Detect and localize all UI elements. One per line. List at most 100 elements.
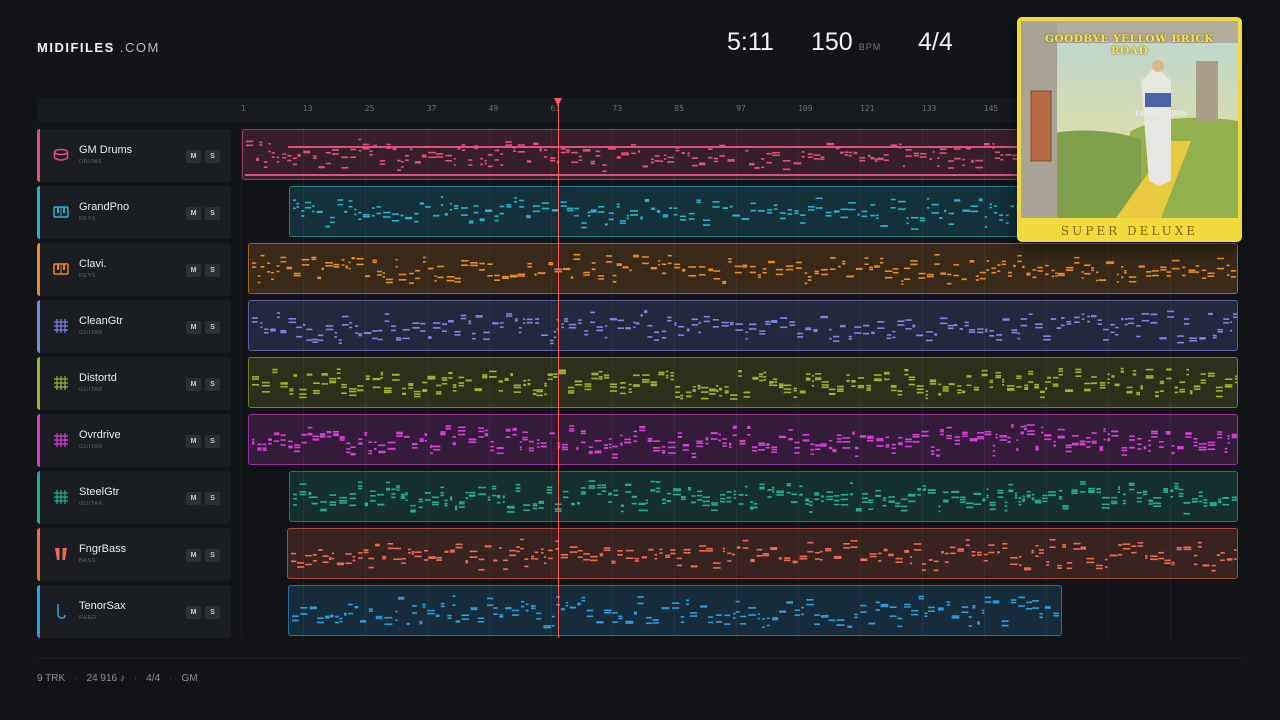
track-header[interactable]: FngrBass BASS M S bbox=[37, 528, 231, 581]
clip-notes bbox=[252, 424, 1237, 459]
piano-icon bbox=[53, 261, 69, 277]
track-name: CleanGtr bbox=[79, 315, 124, 327]
track-color-bar bbox=[37, 186, 40, 239]
time-display: 5:11 bbox=[727, 28, 774, 56]
solo-button[interactable]: S bbox=[205, 606, 220, 619]
mute-button[interactable]: M bbox=[186, 492, 201, 505]
track-color-bar bbox=[37, 300, 40, 353]
ruler-tick: 37 bbox=[426, 104, 437, 113]
grid-line bbox=[241, 126, 242, 638]
track-header[interactable]: Distortd GUITAR M S bbox=[37, 357, 231, 410]
tempo-display: 150 BPM bbox=[811, 28, 881, 57]
solo-button[interactable]: S bbox=[205, 549, 220, 562]
solo-button[interactable]: S bbox=[205, 321, 220, 334]
track-category: KEYS bbox=[79, 216, 97, 222]
mute-button[interactable]: M bbox=[186, 264, 201, 277]
footer-track-count: 9 TRK bbox=[37, 673, 66, 684]
track-name: GrandPno bbox=[79, 201, 130, 213]
solo-button[interactable]: S bbox=[205, 435, 220, 448]
track-name: SteelGtr bbox=[79, 486, 120, 498]
footer-time-signature: 4/4 bbox=[146, 673, 161, 684]
midi-clip[interactable] bbox=[248, 243, 1238, 294]
guitar-icon bbox=[53, 318, 69, 334]
mute-button[interactable]: M bbox=[186, 549, 201, 562]
brand-name: MIDIFILES bbox=[37, 40, 115, 55]
track-header[interactable]: Clavi. KEYS M S bbox=[37, 243, 231, 296]
midi-clip[interactable] bbox=[289, 471, 1238, 522]
track-header[interactable]: CleanGtr GUITAR M S bbox=[37, 300, 231, 353]
mute-button[interactable]: M bbox=[186, 321, 201, 334]
midi-clip[interactable] bbox=[287, 528, 1238, 579]
mute-button[interactable]: M bbox=[186, 435, 201, 448]
album-edition: SUPER DELUXE bbox=[1060, 224, 1199, 238]
playhead[interactable] bbox=[554, 98, 562, 638]
footer-divider bbox=[37, 658, 1242, 659]
track-header[interactable]: TenorSax REED M S bbox=[37, 585, 231, 638]
midi-clip[interactable] bbox=[288, 585, 1062, 636]
footer-standard: GM bbox=[181, 673, 198, 684]
ruler-tick: 1 bbox=[241, 104, 246, 113]
ruler-tick: 97 bbox=[736, 104, 746, 113]
track-color-bar bbox=[37, 585, 40, 638]
track-category: GUITAR bbox=[79, 387, 103, 393]
solo-button[interactable]: S bbox=[205, 492, 220, 505]
track-name: Clavi. bbox=[79, 258, 107, 270]
brand-logo: MIDIFILES .COM bbox=[37, 40, 160, 55]
midi-clip[interactable] bbox=[248, 357, 1238, 408]
footer-stats: 9 TRK · 24 916 ♪ · 4/4 · GM bbox=[37, 673, 198, 684]
track-header[interactable]: GM Drums DRUMS M S bbox=[37, 129, 231, 182]
track-color-bar bbox=[37, 357, 40, 410]
solo-button[interactable]: S bbox=[205, 150, 220, 163]
track-name: GM Drums bbox=[79, 144, 133, 156]
ruler-tick: 133 bbox=[921, 104, 937, 113]
track-header[interactable]: Ovrdrive GUITAR M S bbox=[37, 414, 231, 467]
bpm-value: 150 bbox=[811, 28, 853, 56]
ruler-tick: 25 bbox=[364, 104, 375, 113]
piano-icon bbox=[53, 204, 69, 220]
midi-clip[interactable] bbox=[248, 300, 1238, 351]
track-color-bar bbox=[37, 528, 40, 581]
ruler-tick: 109 bbox=[798, 104, 813, 113]
clip-notes bbox=[252, 253, 1237, 285]
track-category: GUITAR bbox=[79, 501, 103, 507]
track-color-bar bbox=[37, 471, 40, 524]
sax-icon bbox=[53, 603, 69, 619]
playhead-handle[interactable] bbox=[554, 98, 562, 106]
time-signature-display: 4/4 bbox=[918, 28, 953, 56]
bass-icon bbox=[53, 546, 69, 562]
ruler-tick: 145 bbox=[983, 104, 999, 113]
album-artist: ELTON JOHN bbox=[1135, 109, 1188, 118]
track-color-bar bbox=[37, 243, 40, 296]
footer-separator: · bbox=[133, 673, 138, 684]
midi-clip[interactable] bbox=[248, 414, 1238, 465]
solo-button[interactable]: S bbox=[205, 378, 220, 391]
solo-button[interactable]: S bbox=[205, 264, 220, 277]
clip-notes bbox=[292, 595, 1059, 629]
footer-separator: · bbox=[74, 673, 78, 684]
guitar-icon bbox=[53, 489, 69, 505]
track-category: GUITAR bbox=[79, 444, 103, 450]
mute-button[interactable]: M bbox=[186, 150, 201, 163]
track-header[interactable]: GrandPno KEYS M S bbox=[37, 186, 231, 239]
clip-notes bbox=[252, 367, 1237, 400]
album-title: GOODBYE YELLOW BRICK ROAD bbox=[1044, 33, 1215, 57]
footer-note-count: 24 916 ♪ bbox=[86, 673, 125, 684]
track-category: KEYS bbox=[79, 273, 97, 279]
mute-button[interactable]: M bbox=[186, 606, 201, 619]
track-name: TenorSax bbox=[79, 600, 126, 612]
track-color-bar bbox=[37, 414, 40, 467]
solo-button[interactable]: S bbox=[205, 207, 220, 220]
mute-button[interactable]: M bbox=[186, 378, 201, 391]
track-header[interactable]: SteelGtr GUITAR M S bbox=[37, 471, 231, 524]
track-name: Ovrdrive bbox=[79, 429, 121, 441]
mute-button[interactable]: M bbox=[186, 207, 201, 220]
guitar-icon bbox=[53, 432, 69, 448]
ruler-tick: 73 bbox=[612, 104, 623, 113]
clip-notes bbox=[291, 538, 1237, 572]
drum-icon bbox=[53, 147, 69, 163]
ruler-tick: 121 bbox=[860, 104, 875, 113]
ruler-tick: 85 bbox=[674, 104, 684, 113]
track-category: BASS bbox=[79, 558, 97, 564]
brand-suffix: .COM bbox=[119, 40, 160, 55]
track-category: DRUMS bbox=[79, 159, 103, 165]
